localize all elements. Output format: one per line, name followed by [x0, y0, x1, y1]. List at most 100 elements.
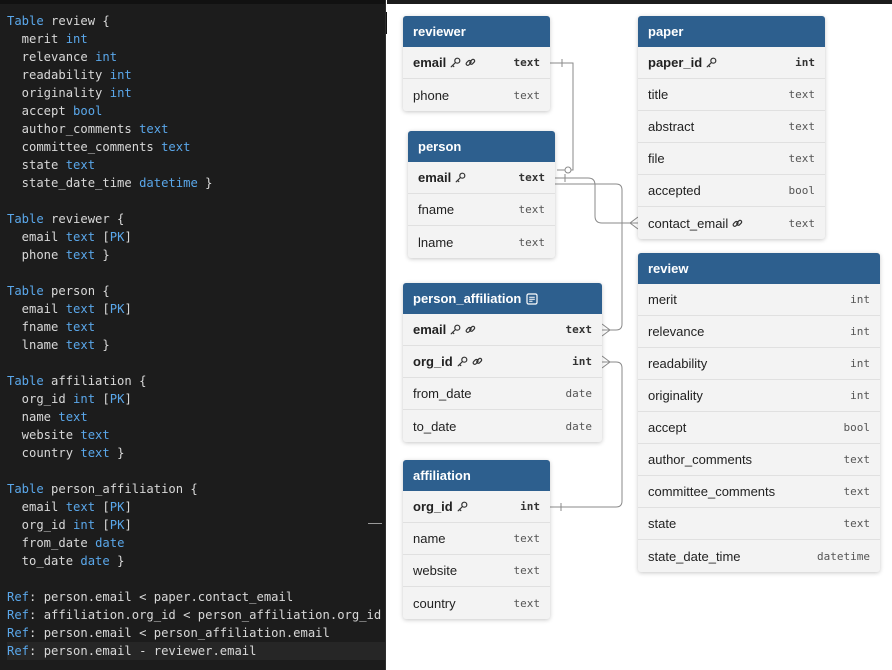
code-line[interactable]: from_date date: [7, 534, 385, 552]
field-row-email[interactable]: email text: [403, 47, 550, 79]
field-name-cell: committee_comments: [648, 484, 775, 499]
key-icon: [706, 57, 717, 68]
code-line[interactable]: fname text: [7, 318, 385, 336]
field-row-from-date[interactable]: from_date date: [403, 378, 602, 410]
code-line[interactable]: [7, 462, 385, 480]
field-row-name[interactable]: name text: [403, 523, 550, 555]
code-line[interactable]: email text [PK]: [7, 228, 385, 246]
field-row-to-date[interactable]: to_date date: [403, 410, 602, 442]
table-person-affiliation[interactable]: person_affiliation email text org_id int from…: [403, 283, 602, 442]
code-line[interactable]: to_date date }: [7, 552, 385, 570]
code-line[interactable]: Ref: person.email < paper.contact_email: [7, 588, 385, 606]
code-line[interactable]: Table review {: [7, 12, 385, 30]
code-line[interactable]: org_id int [PK]: [7, 390, 385, 408]
code-line[interactable]: originality int: [7, 84, 385, 102]
field-row-email[interactable]: email text: [403, 314, 602, 346]
code-lines[interactable]: Table review { merit int relevance int r…: [7, 12, 385, 660]
code-line[interactable]: readability int: [7, 66, 385, 84]
code-type: int: [95, 50, 118, 64]
code-text: state_date_time: [7, 176, 140, 190]
table-paper[interactable]: paper paper_id int title text abstract text fil…: [638, 16, 825, 239]
table-header[interactable]: review: [638, 253, 880, 284]
field-name-cell: accept: [648, 420, 686, 435]
code-line[interactable]: Ref: person.email - reviewer.email: [7, 642, 385, 660]
code-line[interactable]: country text }: [7, 444, 385, 462]
field-row-state-date-time[interactable]: state_date_time datetime: [638, 540, 880, 572]
field-row-accepted[interactable]: accepted bool: [638, 175, 825, 207]
field-row-email[interactable]: email text: [408, 162, 555, 194]
field-row-org-id[interactable]: org_id int: [403, 346, 602, 378]
field-row-state[interactable]: state text: [638, 508, 880, 540]
table-person[interactable]: person email text fname text lname text: [408, 131, 555, 258]
table-review[interactable]: review merit int relevance int readability int…: [638, 253, 880, 572]
field-row-author-comments[interactable]: author_comments text: [638, 444, 880, 476]
field-row-committee-comments[interactable]: committee_comments text: [638, 476, 880, 508]
table-header[interactable]: paper: [638, 16, 825, 47]
field-name: committee_comments: [648, 484, 776, 499]
field-type: text: [788, 216, 816, 230]
code-line[interactable]: Table reviewer {: [7, 210, 385, 228]
field-row-paper-id[interactable]: paper_id int: [638, 47, 825, 79]
code-line[interactable]: committee_comments text: [7, 138, 385, 156]
code-line[interactable]: email text [PK]: [7, 300, 385, 318]
table-header[interactable]: reviewer: [403, 16, 550, 47]
code-line[interactable]: author_comments text: [7, 120, 385, 138]
table-header[interactable]: person: [408, 131, 555, 162]
code-line[interactable]: Table affiliation {: [7, 372, 385, 390]
table-affiliation[interactable]: affiliation org_id int name text website text c…: [403, 460, 550, 619]
field-name: lname: [418, 234, 454, 250]
code-type: int: [109, 68, 132, 82]
field-row-phone[interactable]: phone text: [403, 79, 550, 111]
field-row-originality[interactable]: originality int: [638, 380, 880, 412]
code-line[interactable]: [7, 264, 385, 282]
table-reviewer[interactable]: reviewer email text phone text: [403, 16, 550, 111]
field-name-cell: fname: [418, 202, 454, 217]
field-row-relevance[interactable]: relevance int: [638, 316, 880, 348]
code-text: website: [7, 428, 81, 442]
code-keyword: Table: [7, 374, 44, 388]
table-header[interactable]: affiliation: [403, 460, 550, 491]
field-row-merit[interactable]: merit int: [638, 284, 880, 316]
field-row-country[interactable]: country text: [403, 587, 550, 619]
code-line[interactable]: Ref: person.email < person_affiliation.e…: [7, 624, 385, 642]
code-line[interactable]: [7, 192, 385, 210]
field-row-org-id[interactable]: org_id int: [403, 491, 550, 523]
code-line[interactable]: Table person_affiliation {: [7, 480, 385, 498]
code-line[interactable]: name text: [7, 408, 385, 426]
code-text: person {: [43, 284, 110, 298]
diagram-canvas[interactable]: reviewer email text phone text paper paper_id…: [387, 0, 892, 670]
code-line[interactable]: state text: [7, 156, 385, 174]
code-line[interactable]: [7, 570, 385, 588]
field-row-website[interactable]: website text: [403, 555, 550, 587]
code-text: [: [95, 302, 110, 316]
code-line[interactable]: merit int: [7, 30, 385, 48]
code-line[interactable]: state_date_time datetime }: [7, 174, 385, 192]
code-keyword: Table: [7, 212, 44, 226]
code-keyword: Ref: [7, 626, 30, 640]
code-line[interactable]: email text [PK]: [7, 498, 385, 516]
code-line[interactable]: lname text }: [7, 336, 385, 354]
field-row-accept[interactable]: accept bool: [638, 412, 880, 444]
field-row-file[interactable]: file text: [638, 143, 825, 175]
note-icon[interactable]: [526, 292, 538, 305]
field-name-cell: to_date: [413, 419, 456, 434]
field-row-contact-email[interactable]: contact_email text: [638, 207, 825, 239]
dbml-code-editor[interactable]: Table review { merit int relevance int r…: [0, 0, 386, 670]
code-line[interactable]: accept bool: [7, 102, 385, 120]
field-row-fname[interactable]: fname text: [408, 194, 555, 226]
field-row-abstract[interactable]: abstract text: [638, 111, 825, 143]
field-row-readability[interactable]: readability int: [638, 348, 880, 380]
code-line[interactable]: phone text }: [7, 246, 385, 264]
field-type: text: [513, 56, 541, 69]
code-line[interactable]: [7, 354, 385, 372]
code-line[interactable]: Table person {: [7, 282, 385, 300]
code-line[interactable]: Ref: affiliation.org_id < person_affilia…: [7, 606, 385, 624]
table-header[interactable]: person_affiliation: [403, 283, 602, 314]
code-line[interactable]: website text: [7, 426, 385, 444]
field-row-title[interactable]: title text: [638, 79, 825, 111]
field-row-lname[interactable]: lname text: [408, 226, 555, 258]
code-line[interactable]: relevance int: [7, 48, 385, 66]
code-line[interactable]: org_id int [PK]: [7, 516, 385, 534]
scrollbar-marker[interactable]: [368, 523, 382, 524]
field-name: abstract: [648, 119, 695, 134]
